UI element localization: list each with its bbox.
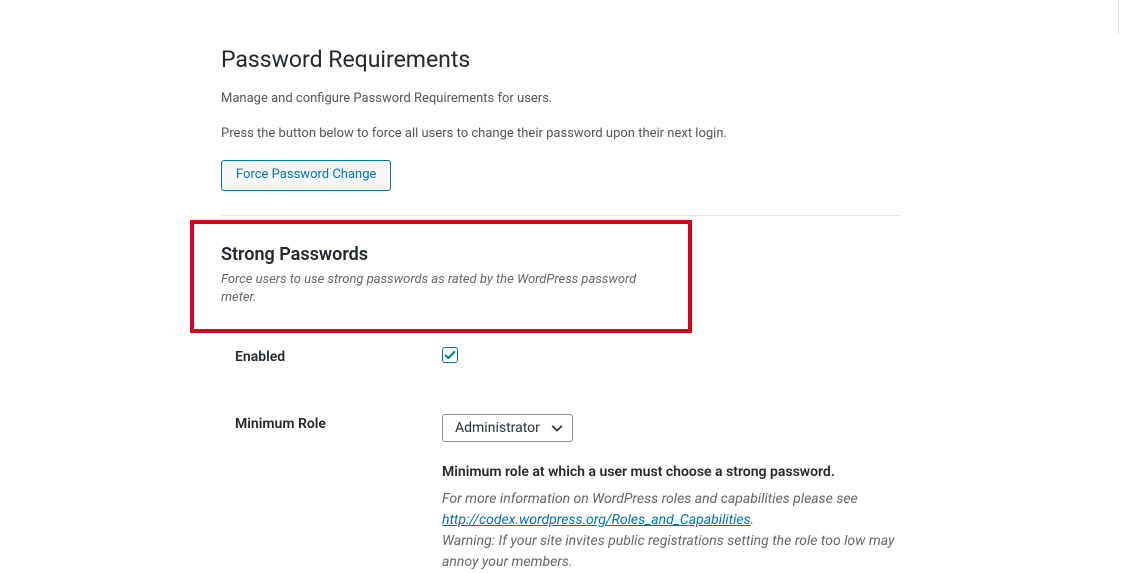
strong-passwords-highlight: Strong Passwords Force users to use stro… — [190, 220, 692, 333]
enabled-row: Enabled — [221, 347, 900, 366]
minimum-role-selected-value: Administrator — [455, 420, 540, 436]
minimum-role-warning: Warning: If your site invites public reg… — [442, 533, 894, 570]
content-area: Password Requirements Manage and configu… — [0, 0, 900, 573]
enabled-label: Enabled — [221, 347, 442, 365]
chevron-down-icon — [550, 421, 564, 435]
minimum-role-select[interactable]: Administrator — [442, 414, 573, 442]
check-icon — [443, 348, 457, 362]
panel-divider — [1118, 0, 1119, 34]
roles-capabilities-link[interactable]: http://codex.wordpress.org/Roles_and_Cap… — [442, 512, 751, 528]
intro-text-2: Press the button below to force all user… — [221, 124, 900, 144]
minimum-role-help-bold: Minimum role at which a user must choose… — [442, 462, 900, 483]
strong-passwords-title: Strong Passwords — [221, 244, 670, 265]
minimum-role-row: Minimum Role Administrator Minimum role … — [221, 414, 900, 573]
minimum-role-help-text-1: For more information on WordPress roles … — [442, 491, 858, 507]
section-divider — [221, 215, 900, 216]
minimum-role-help-text-2: . — [751, 512, 755, 528]
intro-text-1: Manage and configure Password Requiremen… — [221, 89, 900, 109]
strong-passwords-description: Force users to use strong passwords as r… — [221, 271, 670, 307]
minimum-role-label: Minimum Role — [221, 414, 442, 432]
page-title: Password Requirements — [221, 45, 900, 75]
minimum-role-help: Minimum role at which a user must choose… — [442, 462, 900, 573]
enabled-checkbox[interactable] — [442, 347, 458, 363]
force-password-change-button[interactable]: Force Password Change — [221, 160, 391, 191]
